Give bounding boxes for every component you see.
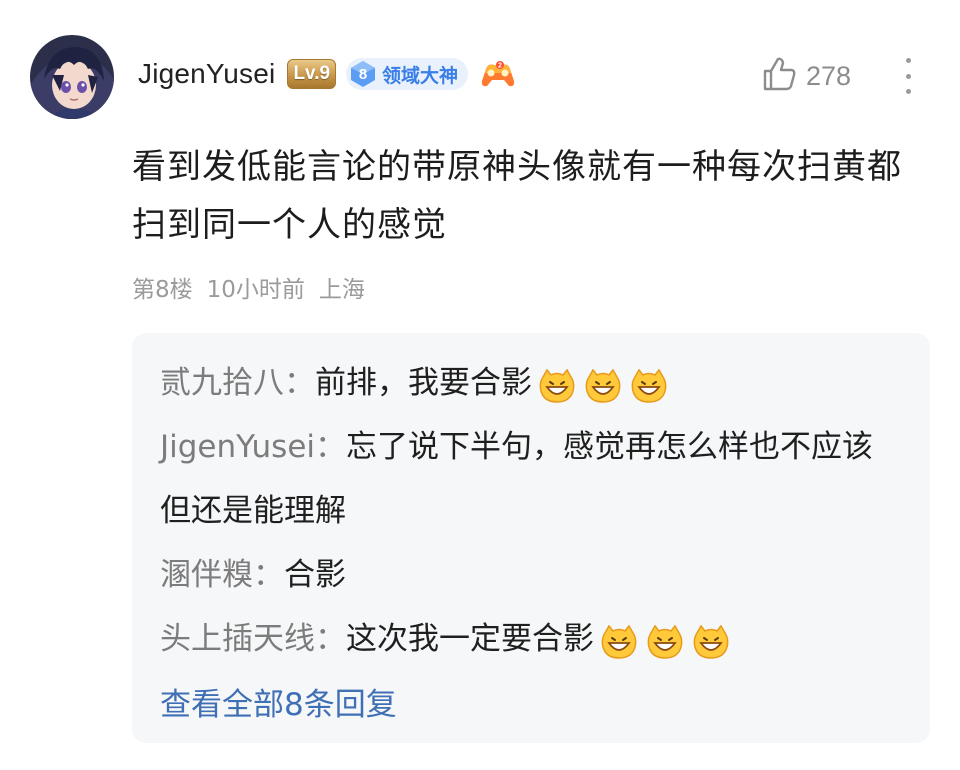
reply-list: 贰九拾八：前排，我要合影 JigenYusei：忘了说下半句，感觉再怎么样也不应… — [132, 333, 930, 743]
view-all-replies-link[interactable]: 查看全部8条回复 — [160, 673, 902, 737]
username[interactable]: JigenYusei — [138, 58, 275, 90]
reply-author[interactable]: 贰九拾八 — [160, 365, 284, 401]
reply-item[interactable]: 溷伴糗：合影 — [160, 543, 902, 607]
domain-label: 领域大神 — [382, 64, 459, 87]
grin-emoji-icon — [584, 363, 622, 403]
comment-meta: 第8楼 10小时前 上海 — [132, 270, 365, 304]
avatar[interactable] — [30, 35, 114, 119]
emoji-group — [538, 363, 668, 403]
level-badge: Lv.9 — [287, 59, 337, 89]
domain-level: 8 — [358, 65, 368, 83]
more-vertical-icon[interactable] — [896, 56, 920, 96]
svg-text:2: 2 — [498, 63, 502, 70]
reply-author[interactable]: 头上插天线 — [160, 621, 315, 657]
reply-item[interactable]: 贰九拾八：前排，我要合影 — [160, 351, 902, 415]
location: 上海 — [318, 277, 365, 303]
reply-item[interactable]: JigenYusei：忘了说下半句，感觉再怎么样也不应该但还是能理解 — [160, 415, 902, 543]
domain-badge[interactable]: 8 领域大神 — [346, 58, 469, 90]
emoji-group — [600, 619, 730, 659]
reply-text: 合影 — [284, 557, 346, 593]
floor-number: 第8楼 — [132, 277, 193, 303]
reply-author[interactable]: 溷伴糗 — [160, 557, 253, 593]
gamepad-icon: 2 — [480, 59, 516, 89]
comment-text: 看到发低能言论的带原神头像就有一种每次扫黄都扫到同一个人的感觉 — [132, 147, 902, 245]
grin-emoji-icon — [538, 363, 576, 403]
reply-item[interactable]: 头上插天线：这次我一定要合影 — [160, 607, 902, 671]
reply-text: 这次我一定要合影 — [346, 621, 594, 657]
grin-emoji-icon — [600, 619, 638, 659]
grin-emoji-icon — [630, 363, 668, 403]
like-count: 278 — [806, 60, 852, 91]
reply-text: 前排，我要合影 — [315, 365, 532, 401]
like-button[interactable]: 278 — [760, 54, 851, 98]
grin-emoji-icon — [646, 619, 684, 659]
reply-author[interactable]: JigenYusei — [160, 429, 315, 465]
thumbs-up-icon — [760, 55, 798, 97]
diamond-icon: 8 — [346, 58, 380, 90]
comment-header: JigenYusei Lv.9 8 领域大神 2 — [138, 52, 516, 96]
post-time: 10小时前 — [206, 277, 305, 303]
grin-emoji-icon — [692, 619, 730, 659]
